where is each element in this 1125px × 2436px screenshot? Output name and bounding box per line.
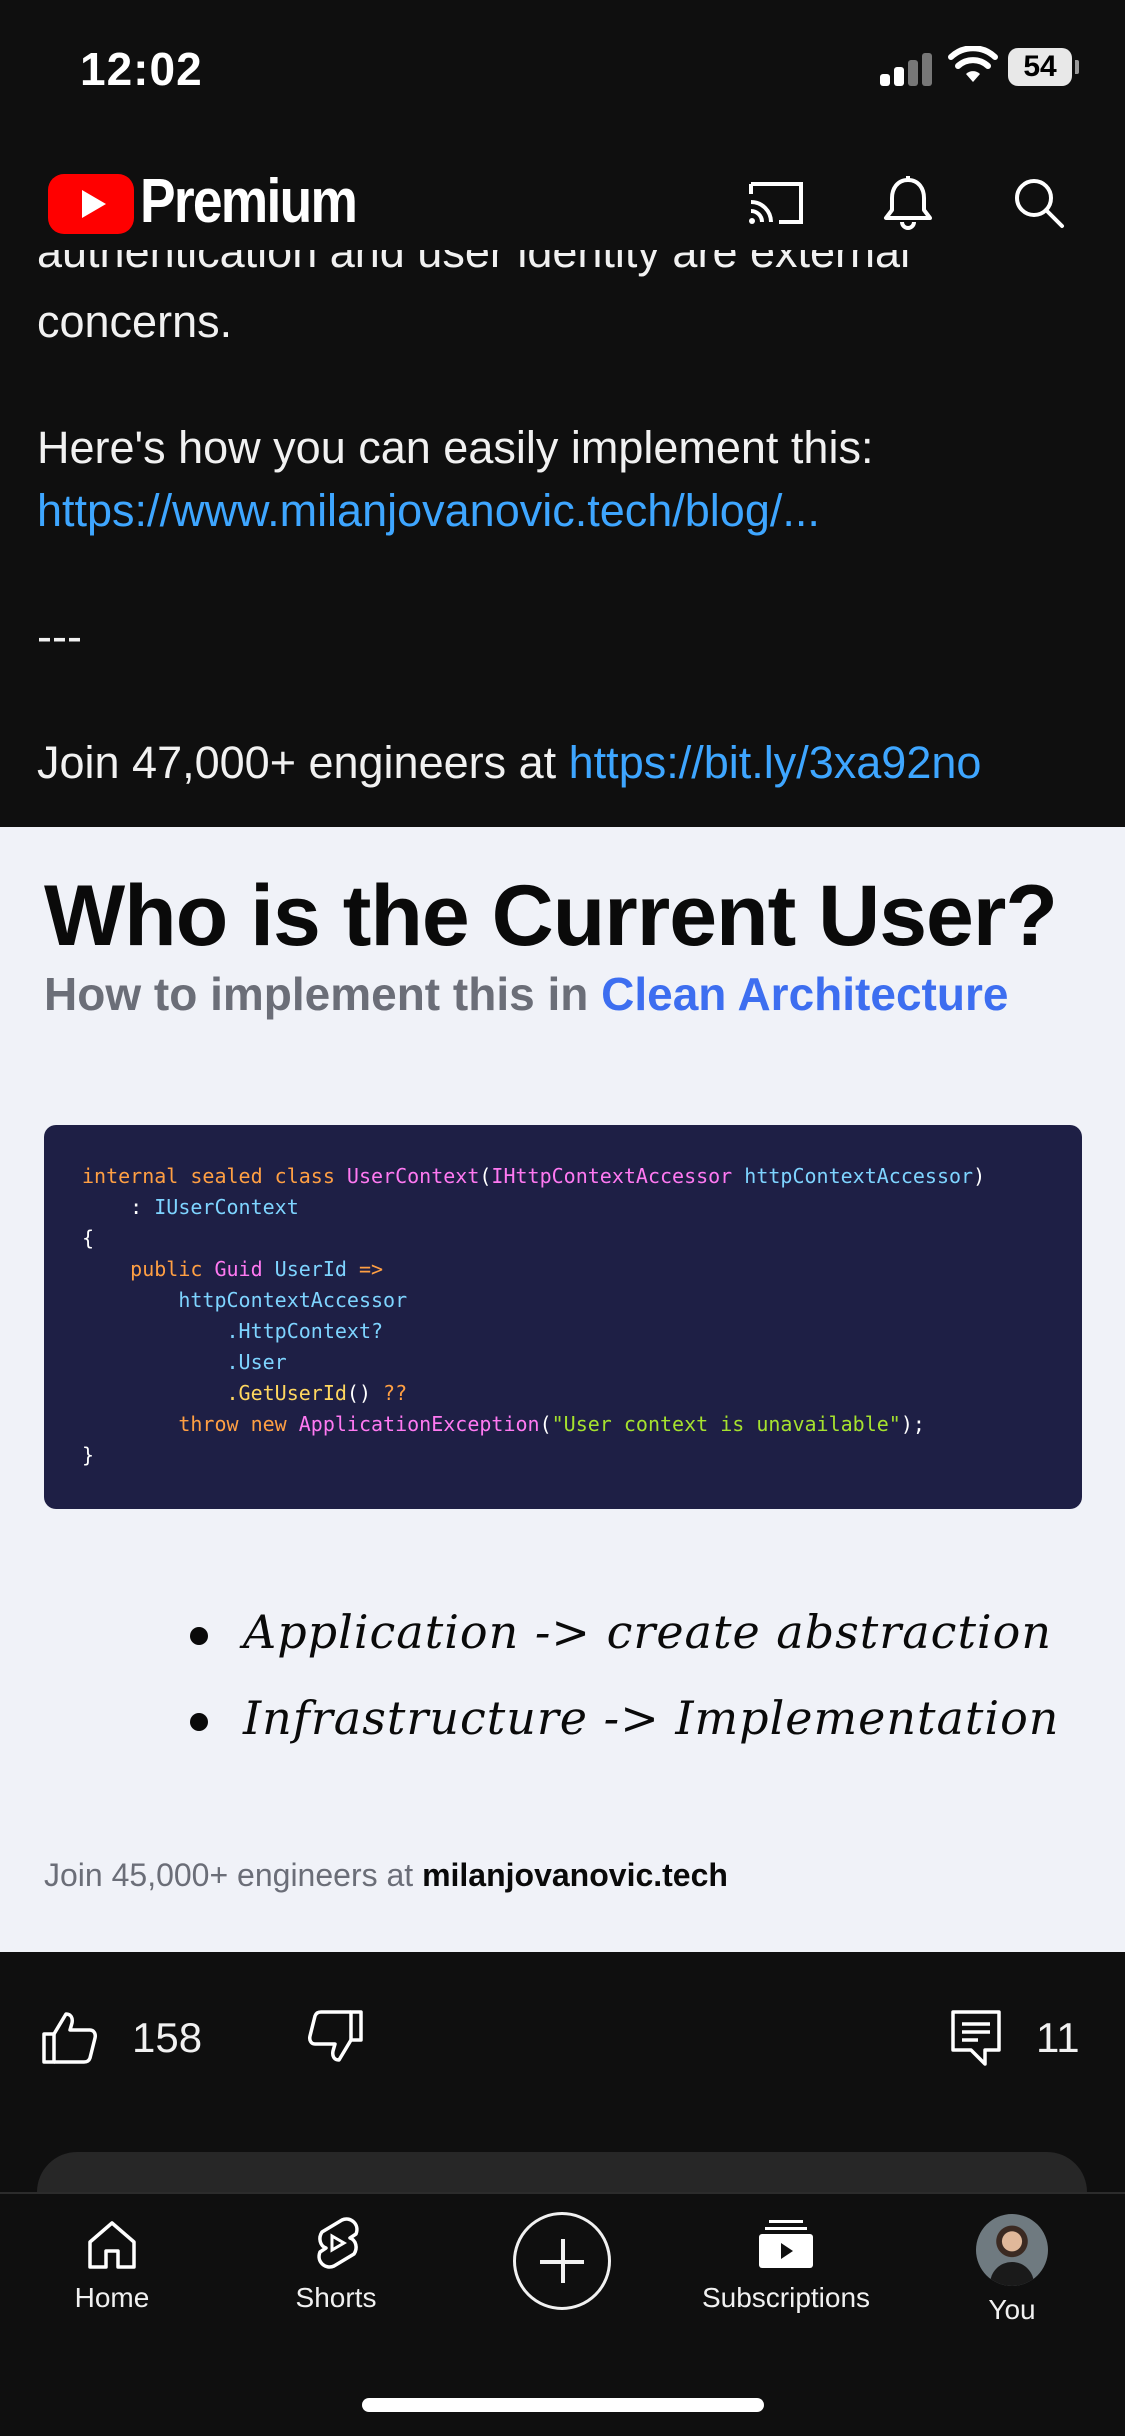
shorts-icon <box>317 2217 359 2269</box>
nav-subscriptions-label: Subscriptions <box>701 2282 871 2313</box>
code-token: "User context is unavailable" <box>551 1412 901 1436</box>
code-token: Guid <box>214 1257 275 1281</box>
nav-shorts-label: Shorts <box>295 2282 377 2313</box>
bullet-list: Application -> create abstraction Infras… <box>190 1597 1095 1769</box>
avatar <box>976 2214 1048 2286</box>
subtitle-prefix: How to implement this in <box>44 968 602 1020</box>
nav-home-label: Home <box>74 2282 150 2313</box>
code-snippet: internal sealed class UserContext(IHttpC… <box>44 1125 1082 1509</box>
nav-you[interactable]: You <box>912 2214 1112 2334</box>
code-token: } <box>82 1443 95 1467</box>
bullet-text: Infrastructure -> Implementation <box>243 1691 1060 1745</box>
status-time: 12:02 <box>80 43 203 95</box>
image-footer: Join 45,000+ engineers at milanjovanovic… <box>44 1857 728 1894</box>
brand-premium: Premium <box>140 167 358 236</box>
cellular-signal-icon <box>880 52 936 86</box>
code-token: httpContextAccessor <box>82 1288 408 1312</box>
join-link[interactable]: https://bit.ly/3xa92no <box>569 737 982 788</box>
code-token: ); <box>900 1412 925 1436</box>
bullet-text: Application -> create abstraction <box>243 1605 1052 1659</box>
code-token: ( <box>479 1164 492 1188</box>
image-title: Who is the Current User? <box>44 868 1058 964</box>
nav-you-label: You <box>988 2294 1036 2325</box>
search-icon[interactable] <box>1008 172 1070 234</box>
status-bar: 12:02 54 <box>0 0 1125 130</box>
code-token: : <box>82 1195 155 1219</box>
code-token: ?? <box>383 1381 408 1405</box>
comment-count: 11 <box>1036 2014 1080 2061</box>
code-token: httpContextAccessor <box>744 1164 974 1188</box>
code-token: ApplicationException <box>298 1412 540 1436</box>
wifi-icon <box>948 46 998 82</box>
comments-icon[interactable] <box>945 2006 1007 2068</box>
code-token: internal sealed class <box>82 1164 347 1188</box>
cast-icon[interactable] <box>745 172 807 234</box>
notifications-icon[interactable] <box>877 172 939 234</box>
code-token: ) <box>973 1164 986 1188</box>
code-token: UserContext <box>346 1164 480 1188</box>
post-description: concerns. Here's how you can easily impl… <box>37 290 1097 794</box>
code-token: { <box>82 1226 95 1250</box>
create-button[interactable] <box>513 2212 611 2310</box>
bullet-item: Infrastructure -> Implementation <box>190 1683 1095 1769</box>
like-count: 158 <box>132 2014 203 2061</box>
image-subtitle: How to implement this in Clean Architect… <box>44 967 1008 1021</box>
post-image[interactable]: Who is the Current User? How to implemen… <box>0 827 1125 1952</box>
code-token: IHttpContextAccessor <box>491 1164 745 1188</box>
description-join-text: Join 47,000+ engineers at <box>37 737 569 788</box>
bullet-item: Application -> create abstraction <box>190 1597 1095 1683</box>
code-token: .HttpContext? <box>82 1319 384 1343</box>
description-link[interactable]: https://www.milanjovanovic.tech/blog/... <box>37 485 820 536</box>
dislike-icon[interactable] <box>305 2006 367 2068</box>
footer-prefix: Join 45,000+ engineers at <box>44 1857 423 1893</box>
description-line: concerns. <box>37 296 233 347</box>
code-token: IUserContext <box>154 1195 299 1219</box>
like-icon[interactable] <box>38 2006 100 2068</box>
nav-home[interactable]: Home <box>12 2214 212 2334</box>
youtube-logo-icon[interactable] <box>48 174 134 234</box>
code-token: .GetUserId <box>82 1381 347 1405</box>
code-token: => <box>358 1257 384 1281</box>
description-line: Here's how you can easily implement this… <box>37 422 874 473</box>
home-icon <box>88 2221 136 2269</box>
code-token: .User <box>82 1350 287 1374</box>
code-token: throw new <box>82 1412 299 1436</box>
code-token: ( <box>539 1412 552 1436</box>
code-token: public <box>82 1257 215 1281</box>
code-token: UserId <box>274 1257 359 1281</box>
nav-shorts[interactable]: Shorts <box>236 2214 436 2334</box>
subscriptions-icon <box>759 2220 813 2268</box>
youtube-post-screen: 12:02 54 authentication and user identit… <box>0 0 1125 2436</box>
nav-subscriptions[interactable]: Subscriptions <box>686 2214 886 2334</box>
app-header: Premium <box>0 150 1125 250</box>
footer-site: milanjovanovic.tech <box>422 1857 728 1893</box>
subtitle-highlight: Clean Architecture <box>601 968 1009 1020</box>
home-indicator <box>362 2398 764 2412</box>
battery-icon: 54 <box>1008 48 1079 86</box>
description-separator: --- <box>37 611 82 662</box>
post-actions: 158 11 <box>0 1952 1125 2082</box>
battery-level: 54 <box>1008 48 1072 86</box>
code-token: () <box>346 1381 384 1405</box>
